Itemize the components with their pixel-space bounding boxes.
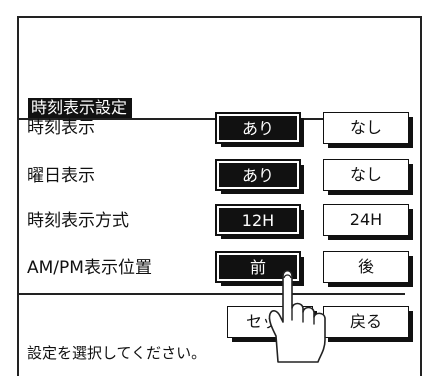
time-format-12h-button[interactable]: 12H <box>215 204 304 239</box>
time-format-24h-button[interactable]: 24H <box>323 204 413 240</box>
weekday-display-off-button[interactable]: なし <box>323 159 413 195</box>
footer-divider <box>17 293 405 295</box>
row-label-weekday-display: 曜日表示 <box>27 166 95 186</box>
page-title: 時刻表示設定 <box>28 98 133 118</box>
time-display-on-button[interactable]: あり <box>215 112 304 147</box>
pointing-hand-icon <box>268 269 326 363</box>
time-display-off-button[interactable]: なし <box>323 112 413 148</box>
status-message: 設定を選択してください。 <box>27 344 207 362</box>
row-label-time-display: 時刻表示 <box>27 118 95 138</box>
row-label-ampm-position: AM/PM表示位置 <box>27 258 152 278</box>
row-label-time-format: 時刻表示方式 <box>27 211 129 231</box>
weekday-display-on-button[interactable]: あり <box>215 159 304 194</box>
